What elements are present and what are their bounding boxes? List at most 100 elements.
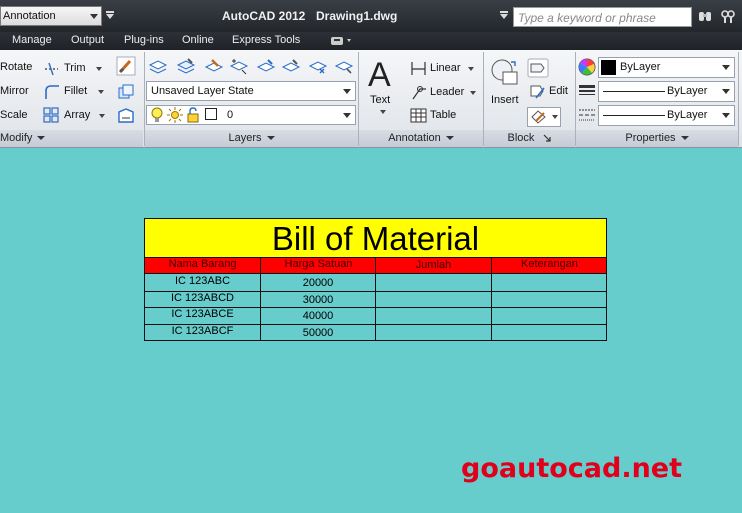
ribbon-tab-bar: Manage Output Plug-ins Online Express To… [0, 32, 742, 50]
insert-block-button[interactable]: Insert [487, 58, 523, 110]
table-title: Bill of Material [145, 219, 606, 258]
linetype-icon[interactable] [578, 107, 596, 123]
watermark: goautocad.net [461, 453, 683, 484]
chevron-down-icon [343, 113, 351, 118]
table-cell: IC 123ABCF [171, 325, 234, 337]
help-search-placeholder: Type a keyword or phrase [518, 11, 656, 25]
table-button[interactable]: Table [410, 107, 478, 125]
workspace-select[interactable]: Annotation [0, 6, 102, 26]
properties-panel-label[interactable]: Properties [576, 130, 738, 147]
array-icon [43, 107, 59, 123]
stretch-icon[interactable] [116, 106, 136, 126]
leader-icon [412, 86, 426, 100]
layers-panel-label[interactable]: Layers [145, 130, 358, 147]
bill-of-material-table[interactable]: Bill of Material Nama Barang Harga Satua… [144, 218, 607, 341]
line-preview [603, 91, 665, 92]
key-icon[interactable] [721, 9, 735, 23]
array-button[interactable]: Array [43, 107, 105, 125]
layer-properties-icon[interactable] [148, 57, 168, 77]
table-cell: IC 123ABCE [171, 308, 234, 320]
lightbulb-icon [151, 107, 163, 122]
tab-output[interactable]: Output [71, 34, 104, 46]
layer-lock-icon[interactable] [308, 57, 328, 77]
table-icon [410, 108, 427, 123]
tab-plugins[interactable]: Plug-ins [124, 34, 164, 46]
chevron-down-icon [343, 89, 351, 94]
layer-match-icon[interactable] [176, 57, 196, 77]
modify-panel-label[interactable]: Modify [0, 130, 143, 147]
tab-manage[interactable]: Manage [12, 34, 52, 46]
color-wheel-icon[interactable] [578, 58, 596, 76]
layer-select[interactable]: 0 [146, 105, 356, 125]
attribute-icon [531, 110, 546, 124]
erase-brush-icon[interactable] [116, 56, 136, 76]
edit-block-button[interactable]: Edit [529, 83, 571, 101]
ribbon-minimize-icon[interactable] [331, 36, 353, 46]
column-divider [491, 258, 492, 340]
copy-objects-icon[interactable] [116, 82, 136, 102]
infocenter-toggle-icon[interactable] [500, 11, 508, 20]
table-cell: 40000 [302, 310, 334, 322]
panel-divider [738, 52, 739, 146]
sun-icon [167, 107, 183, 123]
table-cell: 50000 [302, 327, 334, 339]
ribbon: Rotate Mirror Scale Trim Fillet Array Mo… [0, 50, 742, 148]
tab-online[interactable]: Online [182, 34, 214, 46]
chevron-down-icon [90, 14, 98, 19]
unlock-icon [187, 107, 199, 123]
layer-state-value: Unsaved Layer State [151, 85, 254, 97]
trim-button[interactable]: Trim [43, 60, 105, 78]
table-cell: 30000 [302, 294, 334, 306]
column-divider [375, 258, 376, 340]
trim-icon [45, 62, 58, 76]
title-bar: Annotation AutoCAD 2012 Drawing1.dwg Typ… [0, 0, 742, 32]
workspace-select-value: Annotation [3, 10, 56, 22]
fillet-icon [45, 85, 59, 99]
current-layer-value: 0 [227, 109, 234, 121]
text-button[interactable]: A Text [365, 56, 401, 116]
binoculars-icon[interactable] [698, 10, 712, 22]
block-attribute-button[interactable] [527, 107, 561, 127]
linetype-select[interactable]: ByLayer [598, 105, 735, 126]
linear-dimension-button[interactable]: Linear [410, 60, 478, 78]
insert-block-icon [491, 59, 518, 85]
chevron-down-icon [722, 89, 730, 94]
annotation-panel-label[interactable]: Annotation [359, 130, 483, 147]
layer-off-icon[interactable] [281, 57, 301, 77]
document-title: Drawing1.dwg [316, 9, 398, 23]
header-nama-barang: Nama Barang [168, 258, 237, 270]
text-a-icon: A [368, 56, 391, 94]
linear-dimension-icon [411, 62, 426, 75]
layer-previous-icon[interactable] [204, 57, 224, 77]
layer-iso-icon[interactable] [229, 57, 249, 77]
dialog-launcher-icon [544, 134, 552, 142]
header-jumlah: Jumlah [415, 259, 452, 271]
quick-access-customize-icon[interactable] [106, 11, 114, 20]
chevron-down-icon [722, 113, 730, 118]
table-cell: IC 123ABCD [171, 292, 234, 304]
leader-button[interactable]: Leader [410, 84, 478, 102]
color-value: ByLayer [620, 61, 661, 73]
color-swatch [601, 60, 616, 75]
chevron-down-icon [722, 65, 730, 70]
layer-state-select[interactable]: Unsaved Layer State [146, 81, 356, 101]
lineweight-value: ByLayer [667, 85, 708, 97]
line-preview [603, 115, 665, 116]
edit-block-icon [530, 85, 545, 99]
block-panel-label[interactable]: Block [484, 130, 575, 147]
layer-unlock-icon[interactable] [334, 57, 354, 77]
help-search-input[interactable]: Type a keyword or phrase [513, 7, 692, 27]
layer-color-swatch [205, 108, 217, 120]
create-block-icon[interactable] [527, 58, 549, 78]
header-harga-satuan: Harga Satuan [284, 258, 353, 270]
linetype-value: ByLayer [667, 109, 708, 121]
lineweight-select[interactable]: ByLayer [598, 81, 735, 102]
header-keterangan: Keterangan [521, 258, 578, 270]
lineweight-icon[interactable] [578, 83, 596, 99]
tab-express-tools[interactable]: Express Tools [232, 34, 300, 46]
app-title: AutoCAD 2012 [222, 9, 306, 23]
fillet-button[interactable]: Fillet [43, 83, 105, 101]
color-select[interactable]: ByLayer [598, 57, 735, 78]
table-cell: IC 123ABC [174, 275, 231, 287]
layer-freeze-icon[interactable] [256, 57, 276, 77]
